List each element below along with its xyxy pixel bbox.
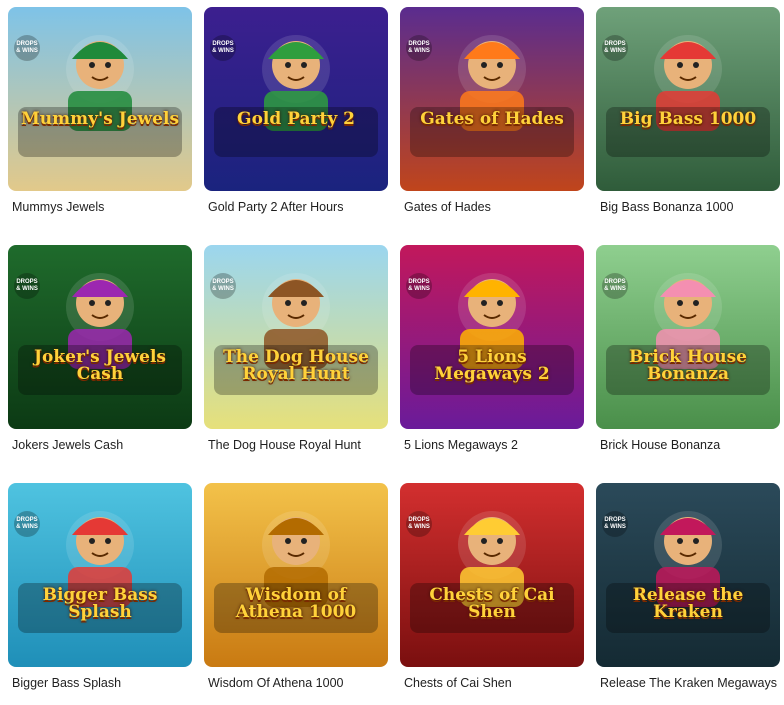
game-thumbnail[interactable]: DROPS & WINS The Dog House Royal Hunt xyxy=(204,245,388,429)
drops-wins-badge: DROPS & WINS xyxy=(210,273,236,299)
game-logo-title: Chests of Cai Shen xyxy=(429,585,555,622)
game-thumbnail[interactable]: Wisdom of Athena 1000 xyxy=(204,483,388,667)
game-name[interactable]: Jokers Jewels Cash xyxy=(8,437,192,453)
game-name[interactable]: Release The Kraken Megaways xyxy=(596,675,780,691)
game-thumbnail[interactable]: DROPS & WINS Chests of Cai Shen xyxy=(400,483,584,667)
drops-wins-badge: DROPS & WINS xyxy=(406,511,432,537)
game-name[interactable]: 5 Lions Megaways 2 xyxy=(400,437,584,453)
game-logo-title: The Dog House Royal Hunt xyxy=(223,347,369,384)
game-card[interactable]: DROPS & WINS Release the Kraken Release … xyxy=(596,483,780,691)
game-logo-title: Release the Kraken xyxy=(632,585,744,622)
drops-wins-badge: DROPS & WINS xyxy=(602,511,628,537)
game-art xyxy=(8,245,192,429)
game-thumbnail[interactable]: DROPS & WINS Joker's Jewels Cash xyxy=(8,245,192,429)
game-card[interactable]: DROPS & WINS Bigger Bass Splash Bigger B… xyxy=(8,483,192,691)
game-card[interactable]: DROPS & WINS Gates of Hades Gates of Had… xyxy=(400,7,584,215)
game-thumbnail[interactable]: DROPS & WINS 5 Lions Megaways 2 xyxy=(400,245,584,429)
game-logo-title: Bigger Bass Splash xyxy=(42,585,158,622)
game-card[interactable]: DROPS & WINS Gold Party 2 Gold Party 2 A… xyxy=(204,7,388,215)
drops-wins-badge: DROPS & WINS xyxy=(14,511,40,537)
game-logo-title: 5 Lions Megaways 2 xyxy=(434,347,550,384)
game-art xyxy=(8,483,192,667)
game-art xyxy=(596,245,780,429)
game-logo-title: Gold Party 2 xyxy=(237,109,355,129)
game-card[interactable]: DROPS & WINS The Dog House Royal Hunt Th… xyxy=(204,245,388,453)
game-logo-title: Wisdom of Athena 1000 xyxy=(235,585,357,622)
drops-wins-badge: DROPS & WINS xyxy=(406,273,432,299)
game-card[interactable]: DROPS & WINS Big Bass 1000 Big Bass Bona… xyxy=(596,7,780,215)
game-name[interactable]: The Dog House Royal Hunt xyxy=(204,437,388,453)
game-thumbnail[interactable]: DROPS & WINS Release the Kraken xyxy=(596,483,780,667)
game-logo-title: Brick House Bonanza xyxy=(629,347,747,384)
game-art xyxy=(8,7,192,191)
drops-wins-badge: DROPS & WINS xyxy=(406,35,432,61)
game-name[interactable]: Big Bass Bonanza 1000 xyxy=(596,199,780,215)
game-art xyxy=(400,483,584,667)
game-card[interactable]: DROPS & WINS Chests of Cai Shen Chests o… xyxy=(400,483,584,691)
drops-wins-badge: DROPS & WINS xyxy=(14,35,40,61)
game-art xyxy=(400,7,584,191)
game-name[interactable]: Brick House Bonanza xyxy=(596,437,780,453)
game-art xyxy=(596,7,780,191)
game-logo-title: Gates of Hades xyxy=(420,109,564,129)
game-name[interactable]: Wisdom Of Athena 1000 xyxy=(204,675,388,691)
drops-wins-badge: DROPS & WINS xyxy=(210,35,236,61)
game-thumbnail[interactable]: DROPS & WINS Gold Party 2 xyxy=(204,7,388,191)
game-art xyxy=(596,483,780,667)
game-logo-title: Mummy's Jewels xyxy=(20,109,180,129)
game-thumbnail[interactable]: DROPS & WINS Big Bass 1000 xyxy=(596,7,780,191)
game-art xyxy=(204,7,388,191)
game-name[interactable]: Gold Party 2 After Hours xyxy=(204,199,388,215)
game-thumbnail[interactable]: DROPS & WINS Bigger Bass Splash xyxy=(8,483,192,667)
game-card[interactable]: DROPS & WINS Brick House Bonanza Brick H… xyxy=(596,245,780,453)
game-card[interactable]: DROPS & WINS Mummy's Jewels Mummys Jewel… xyxy=(8,7,192,215)
game-thumbnail[interactable]: DROPS & WINS Gates of Hades xyxy=(400,7,584,191)
game-logo-title: Joker's Jewels Cash xyxy=(34,347,166,384)
game-card[interactable]: DROPS & WINS Joker's Jewels Cash Jokers … xyxy=(8,245,192,453)
game-thumbnail[interactable]: DROPS & WINS Brick House Bonanza xyxy=(596,245,780,429)
game-name[interactable]: Gates of Hades xyxy=(400,199,584,215)
game-thumbnail[interactable]: DROPS & WINS Mummy's Jewels xyxy=(8,7,192,191)
game-name[interactable]: Bigger Bass Splash xyxy=(8,675,192,691)
game-art xyxy=(204,483,388,667)
game-card[interactable]: DROPS & WINS 5 Lions Megaways 2 5 Lions … xyxy=(400,245,584,453)
game-name[interactable]: Mummys Jewels xyxy=(8,199,192,215)
drops-wins-badge: DROPS & WINS xyxy=(14,273,40,299)
game-card[interactable]: Wisdom of Athena 1000 Wisdom Of Athena 1… xyxy=(204,483,388,691)
games-grid: DROPS & WINS Mummy's Jewels Mummys Jewel… xyxy=(8,7,784,705)
game-name[interactable]: Chests of Cai Shen xyxy=(400,675,584,691)
game-art xyxy=(204,245,388,429)
drops-wins-badge: DROPS & WINS xyxy=(602,35,628,61)
game-art xyxy=(400,245,584,429)
game-logo-title: Big Bass 1000 xyxy=(619,109,757,129)
drops-wins-badge: DROPS & WINS xyxy=(602,273,628,299)
